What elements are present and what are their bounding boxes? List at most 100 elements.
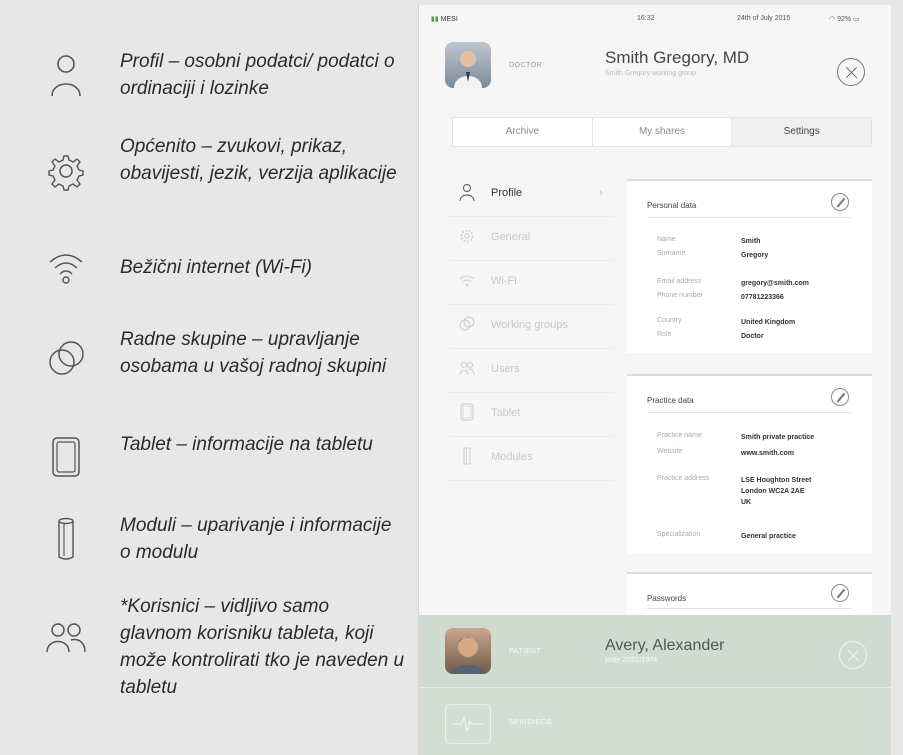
field-label: Country xyxy=(657,317,682,324)
field-label: Specialization xyxy=(657,531,701,538)
wifi-icon xyxy=(459,271,475,289)
field-value: Smith private practice xyxy=(741,434,815,441)
doctor-header: DOCTOR Smith Gregory, MD Smith Gregory w… xyxy=(419,30,891,100)
field-value: LSE Houghton Street London WC2A 2AE UK xyxy=(741,477,812,506)
sidebar-item-general[interactable]: General xyxy=(449,217,614,261)
close-doctor-button[interactable] xyxy=(837,58,865,86)
tablet-screenshot: ▮▮ MESI 16:32 24th of July 2015 ◠ 92% ▭ … xyxy=(418,5,891,755)
field-value: Gregory xyxy=(741,252,769,259)
profile-icon xyxy=(459,183,475,202)
users-icon xyxy=(44,612,88,660)
patient-role: PATIENT xyxy=(509,648,542,655)
field-value: Doctor xyxy=(741,333,764,340)
divider xyxy=(647,217,851,218)
sidebar-item-modules[interactable]: Modules xyxy=(449,437,614,481)
tab-my-shares[interactable]: My shares xyxy=(593,118,733,146)
divider xyxy=(647,608,851,609)
legend-text: Moduli – uparivanje i informacije o modu… xyxy=(120,515,392,563)
legend-row-modules: Moduli – uparivanje i informacije o modu… xyxy=(0,512,405,572)
legend-row-working-groups: Radne skupine – upravljanje osobama u va… xyxy=(0,326,405,411)
legend-row-profile: Profil – osobni podatci/ podatci o ordin… xyxy=(0,46,405,106)
sidebar-item-label: Wi-Fi xyxy=(491,275,517,287)
field-label: Role xyxy=(657,331,672,338)
legend-text: Tablet – informacije na tabletu xyxy=(120,434,373,455)
wifi-icon xyxy=(44,242,88,290)
field-value: Smith xyxy=(741,238,761,245)
working-groups-icon xyxy=(44,334,88,382)
patient-name: Avery, Alexander xyxy=(605,637,725,654)
sidebar-item-label: Tablet xyxy=(491,407,521,419)
edit-personal-button[interactable] xyxy=(831,193,849,211)
field-label: Email address xyxy=(657,278,702,285)
sidebar-item-profile[interactable]: Profile › xyxy=(449,173,614,217)
module-label: SPIRO/ECG xyxy=(509,719,553,726)
card-title: Passwords xyxy=(647,594,687,603)
edit-passwords-button[interactable] xyxy=(831,584,849,602)
doctor-avatar xyxy=(445,42,491,88)
legend-row-tablet: Tablet – informacije na tabletu xyxy=(0,431,405,491)
legend-text: Profil – osobni podatci/ podatci o ordin… xyxy=(120,51,395,99)
battery-label: ◠ 92% ▭ xyxy=(829,16,860,23)
sidebar-item-label: Modules xyxy=(491,451,533,463)
legend-text: Općenito – zvukovi, prikaz, obavijesti, … xyxy=(120,136,397,184)
chevron-right-icon: › xyxy=(599,187,603,199)
status-date: 24th of July 2015 xyxy=(737,15,791,22)
sidebar-item-wifi[interactable]: Wi-Fi xyxy=(449,261,614,305)
close-patient-button[interactable] xyxy=(839,641,867,669)
field-label: Name xyxy=(657,236,676,243)
personal-data-card: Personal data Name Smith Surname Gregory E… xyxy=(627,179,872,353)
sidebar-item-working-groups[interactable]: Working groups xyxy=(449,305,614,349)
divider xyxy=(647,412,851,413)
card-title: Practice data xyxy=(647,396,694,405)
field-label: Website xyxy=(657,448,683,455)
gear-icon xyxy=(44,147,88,195)
wifi-icon: ◠ xyxy=(829,16,836,23)
status-time: 16:32 xyxy=(637,15,655,22)
legend: Profil – osobni podatci/ podatci o ordin… xyxy=(0,0,405,755)
sidebar-item-label: General xyxy=(491,231,531,243)
tablet-icon xyxy=(44,434,88,482)
sidebar-item-users[interactable]: Users xyxy=(449,349,614,393)
legend-row-users: *Korisnici – vidljivo samo glavnom koris… xyxy=(0,593,405,708)
legend-text: Bežični internet (Wi-Fi) xyxy=(120,257,312,278)
status-bar: ▮▮ MESI 16:32 24th of July 2015 ◠ 92% ▭ xyxy=(419,5,891,27)
legend-row-wifi: Bežični internet (Wi-Fi) xyxy=(0,250,405,290)
field-value: General practice xyxy=(741,533,796,540)
tablet-icon xyxy=(459,403,475,421)
legend-text: *Korisnici – vidljivo samo glavnom koris… xyxy=(120,596,405,698)
carrier-label: ▮▮ MESI xyxy=(431,16,458,23)
sidebar-item-tablet[interactable]: Tablet xyxy=(449,393,614,437)
patient-bar[interactable]: PATIENT Avery, Alexander Male 22/01/1974 xyxy=(419,615,891,687)
doctor-name: Smith Gregory, MD xyxy=(605,48,750,67)
patient-avatar xyxy=(445,628,491,674)
field-label: Surname xyxy=(657,250,686,257)
ecg-icon xyxy=(445,704,491,744)
sidebar-item-label: Profile xyxy=(491,187,523,199)
tab-settings[interactable]: Settings xyxy=(732,118,872,146)
main-tabs: Archive My shares Settings xyxy=(452,117,872,147)
legend-row-general: Općenito – zvukovi, prikaz, obavijesti, … xyxy=(0,133,405,218)
users-icon xyxy=(459,359,475,377)
field-value: United Kingdom xyxy=(741,319,796,326)
sidebar-item-label: Working groups xyxy=(491,319,568,331)
module-icon xyxy=(459,447,475,465)
practice-data-card: Practice data Practice name Smith private… xyxy=(627,374,872,554)
doctor-group: Smith Gregory working group xyxy=(605,70,697,77)
field-value: 07781223366 xyxy=(741,294,784,301)
doctor-role: DOCTOR xyxy=(509,62,543,69)
field-label: Practice name xyxy=(657,432,702,439)
tab-archive[interactable]: Archive xyxy=(453,118,593,146)
module-icon xyxy=(44,515,88,563)
spiro-ecg-bar[interactable]: SPIRO/ECG xyxy=(419,687,891,755)
settings-sidebar: Profile › General Wi-Fi Working groups U… xyxy=(449,173,614,481)
working-groups-icon xyxy=(459,315,475,333)
field-value: www.smith.com xyxy=(741,450,795,457)
field-label: Practice address xyxy=(657,475,710,482)
field-value: gregory@smith.com xyxy=(741,280,809,287)
gear-icon xyxy=(459,227,475,245)
legend-text: Radne skupine – upravljanje osobama u va… xyxy=(120,329,387,377)
profile-icon xyxy=(44,50,88,98)
edit-practice-button[interactable] xyxy=(831,388,849,406)
field-label: Phone number xyxy=(657,292,703,299)
card-title: Personal data xyxy=(647,201,697,210)
